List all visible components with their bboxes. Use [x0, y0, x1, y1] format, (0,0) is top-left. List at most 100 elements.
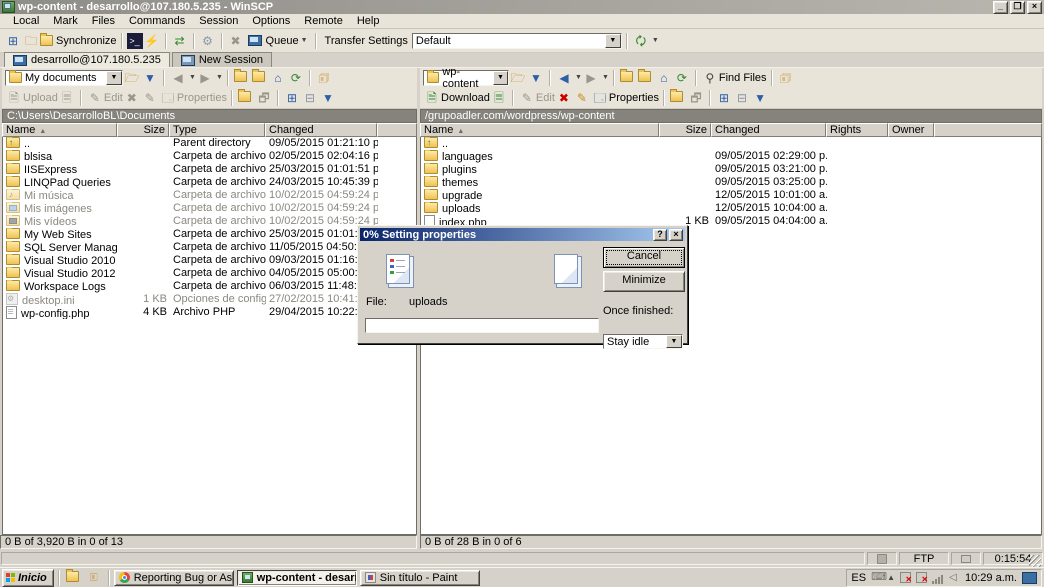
remote-drive-combo[interactable]: wp-content ▼ — [423, 70, 509, 86]
volume-icon[interactable]: ◁ — [949, 572, 960, 583]
file-row[interactable]: languages09/05/2015 02:29:00 p.m. — [421, 150, 1041, 163]
transfer-settings-combo[interactable]: Default ▼ — [412, 33, 622, 49]
file-row[interactable]: SQL Server Manageme...Carpeta de archivo… — [3, 241, 416, 254]
filter-icon[interactable]: ▼ — [527, 70, 545, 86]
minimize-button[interactable]: Minimize — [603, 271, 685, 292]
security-alert-icon[interactable] — [916, 572, 927, 583]
find-files-button[interactable]: ⚲ Find Files — [701, 70, 767, 86]
column-header-owner[interactable]: Owner — [888, 123, 934, 137]
rename-icon[interactable]: ✎ — [573, 90, 591, 106]
file-row[interactable]: Mis imágenesCarpeta de archivos10/02/201… — [3, 202, 416, 215]
file-row[interactable]: IISExpressCarpeta de archivos25/03/2015 … — [3, 163, 416, 176]
clock[interactable]: 10:29 a.m. — [965, 572, 1017, 584]
parent-directory-icon[interactable] — [233, 70, 251, 86]
file-row[interactable]: Mi músicaCarpeta de archivos10/02/2015 0… — [3, 189, 416, 202]
cancel-button[interactable]: Cancel — [603, 247, 685, 268]
filter-icon[interactable]: ▼ — [141, 70, 159, 86]
tray-expand-icon[interactable]: ▲ — [887, 573, 895, 582]
minimize-icon[interactable]: _ — [993, 1, 1008, 14]
synchronize-button[interactable]: Synchronize — [40, 35, 117, 47]
open-directory-icon[interactable]: 🗁 — [123, 70, 141, 86]
keyboard-icon[interactable]: ⌨ — [871, 572, 882, 583]
file-row[interactable]: upgrade12/05/2015 10:01:00 a.m. — [421, 189, 1041, 202]
network-error-icon[interactable] — [900, 572, 911, 583]
select-icon[interactable]: ⊞ — [283, 90, 301, 106]
close-icon[interactable]: × — [1027, 1, 1042, 14]
file-row[interactable]: Mis vídeosCarpeta de archivos10/02/2015 … — [3, 215, 416, 228]
column-header-type[interactable]: Type — [169, 123, 265, 137]
column-header-size[interactable]: Size — [117, 123, 169, 137]
select-filter-icon[interactable]: ▼ — [319, 90, 337, 106]
open-directory-icon[interactable]: 🗁 — [509, 70, 527, 86]
column-header-size[interactable]: Size — [659, 123, 711, 137]
menu-files[interactable]: Files — [85, 15, 122, 27]
local-drive-combo[interactable]: My documents ▼ — [5, 70, 123, 86]
session-dropdown-icon[interactable]: ▼ — [652, 37, 659, 44]
queue-dropdown-icon[interactable]: ▼ — [301, 37, 308, 44]
language-indicator[interactable]: ES — [851, 572, 866, 584]
unselect-icon[interactable]: ⊟ — [301, 90, 319, 106]
properties-icon[interactable]: 🗔 — [591, 90, 609, 106]
menu-options[interactable]: Options — [245, 15, 297, 27]
select-icon[interactable]: ⊞ — [715, 90, 733, 106]
chevron-down-icon[interactable]: ▼ — [666, 335, 682, 348]
swap-panels-icon[interactable]: ⇄ — [171, 33, 189, 49]
help-icon[interactable]: ? — [653, 229, 667, 241]
session-globe-icon[interactable]: 🗘 — [632, 33, 650, 49]
home-directory-icon[interactable]: ⌂ — [269, 70, 287, 86]
properties-button[interactable]: Properties — [609, 92, 659, 104]
file-row[interactable]: LINQPad QueriesCarpeta de archivos24/03/… — [3, 176, 416, 189]
menu-commands[interactable]: Commands — [122, 15, 192, 27]
file-row[interactable]: desktop.ini1 KBOpciones de config...27/0… — [3, 293, 416, 306]
menu-mark[interactable]: Mark — [46, 15, 84, 27]
refresh-icon[interactable]: ⟳ — [287, 70, 305, 86]
delete-icon[interactable]: ✖ — [555, 90, 573, 106]
task-button-chrome[interactable]: Reporting Bug or Asking ... — [114, 570, 234, 586]
resize-grip[interactable] — [1029, 555, 1041, 567]
file-row[interactable]: wp-config.php4 KBArchivo PHP29/04/2015 1… — [3, 306, 416, 319]
synchronize-browsing-icon[interactable]: 🗀 — [22, 33, 40, 49]
select-filter-icon[interactable]: ▼ — [751, 90, 769, 106]
restore-icon[interactable]: ❐ — [1010, 1, 1025, 14]
once-finished-combo[interactable]: Stay idle ▼ — [603, 334, 683, 349]
quick-launch-explorer-icon[interactable] — [66, 571, 82, 585]
show-desktop-icon[interactable] — [1022, 572, 1037, 584]
refresh-icon[interactable]: ⟳ — [673, 70, 691, 86]
back-icon[interactable]: ◀ — [555, 70, 573, 86]
menu-session[interactable]: Session — [192, 15, 245, 27]
chevron-down-icon[interactable]: ▼ — [605, 34, 621, 48]
file-row[interactable]: plugins09/05/2015 03:21:00 p.m. — [421, 163, 1041, 176]
quick-launch-notepad-icon[interactable]: 🗉 — [86, 571, 102, 585]
file-row[interactable]: .. — [421, 137, 1041, 150]
menu-local[interactable]: Local — [6, 15, 46, 27]
menu-remote[interactable]: Remote — [297, 15, 350, 27]
chevron-down-icon[interactable]: ▼ — [493, 71, 508, 85]
file-row[interactable]: Visual Studio 2012Carpeta de archivos04/… — [3, 267, 416, 280]
download-button[interactable]: 🗎 Download — [423, 90, 490, 106]
file-row[interactable]: uploads12/05/2015 10:04:00 a.m. — [421, 202, 1041, 215]
unselect-icon[interactable]: ⊟ — [733, 90, 751, 106]
file-row[interactable]: Workspace LogsCarpeta de archivos06/03/2… — [3, 280, 416, 293]
column-header-name[interactable]: Name▲ — [420, 123, 659, 137]
new-folder-icon[interactable] — [669, 90, 687, 106]
column-header-name[interactable]: Name▲ — [2, 123, 117, 137]
queue-button[interactable]: Queue ▼ — [248, 35, 308, 47]
tab-session-desarrollo[interactable]: desarrollo@107.180.5.235 — [4, 52, 170, 67]
tree-toggle-icon[interactable]: 🗊 — [777, 70, 795, 86]
compare-directories-icon[interactable]: ⊞ — [4, 33, 22, 49]
chevron-down-icon[interactable]: ▼ — [106, 71, 122, 85]
new-folder-icon[interactable] — [237, 90, 255, 106]
file-row[interactable]: themes09/05/2015 03:25:00 p.m. — [421, 176, 1041, 189]
file-row[interactable]: My Web SitesCarpeta de archivos25/03/201… — [3, 228, 416, 241]
column-header-rights[interactable]: Rights — [826, 123, 888, 137]
parent-directory-icon[interactable] — [619, 70, 637, 86]
file-row[interactable]: ..Parent directory09/05/2015 01:21:10 p.… — [3, 137, 416, 150]
home-directory-icon[interactable]: ⌂ — [655, 70, 673, 86]
signal-strength-icon[interactable] — [932, 572, 944, 584]
menu-help[interactable]: Help — [350, 15, 387, 27]
putty-icon[interactable]: ⚡ — [143, 33, 161, 49]
root-directory-icon[interactable] — [251, 70, 269, 86]
task-button-winscp[interactable]: wp-content - desarrol... — [237, 570, 357, 586]
file-row[interactable]: blsisaCarpeta de archivos02/05/2015 02:0… — [3, 150, 416, 163]
preferences-gear-icon[interactable]: ⚙ — [199, 33, 217, 49]
